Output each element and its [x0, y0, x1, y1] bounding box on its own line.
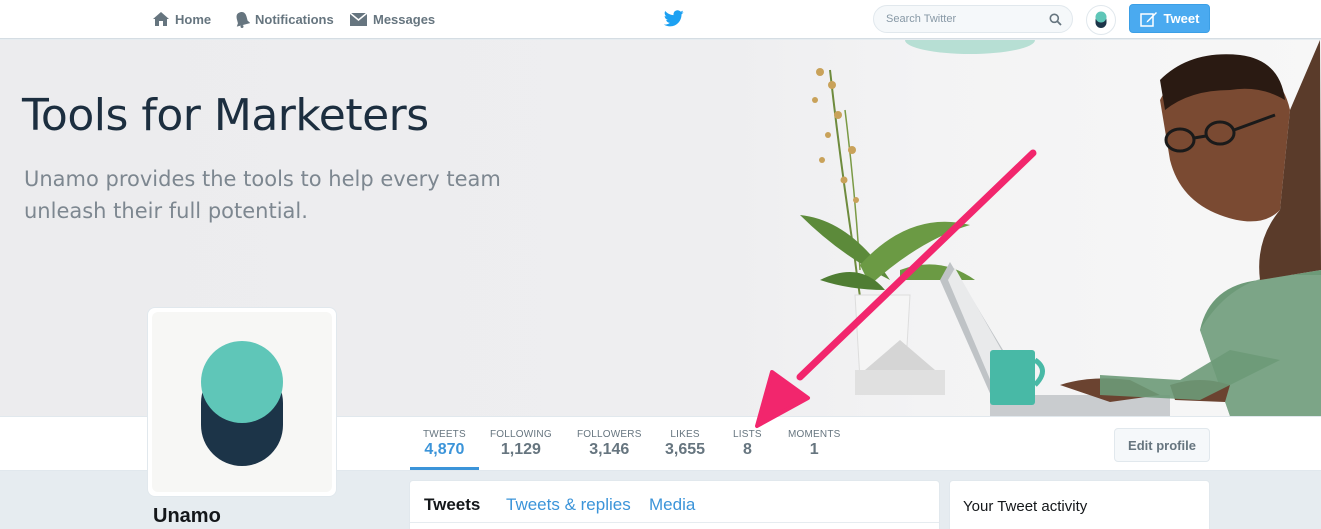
tweet-button[interactable]: Tweet	[1129, 4, 1210, 33]
banner-title: Tools for Marketers	[22, 90, 429, 141]
banner-subtitle: Unamo provides the tools to help every t…	[24, 167, 501, 223]
nav-notifications[interactable]: Notifications	[234, 9, 334, 29]
stat-label: LISTS	[733, 429, 762, 440]
stat-value: 4,870	[424, 441, 465, 458]
tab-tweets[interactable]: Tweets	[424, 495, 480, 515]
tab-divider	[410, 522, 939, 523]
account-avatar[interactable]	[1086, 5, 1116, 35]
tab-tweets-replies[interactable]: Tweets & replies	[506, 495, 631, 515]
stat-label: MOMENTS	[788, 429, 841, 440]
stat-lists[interactable]: LISTS 8	[733, 429, 762, 459]
unamo-logo	[201, 341, 283, 466]
stat-following[interactable]: FOLLOWING 1,129	[490, 429, 552, 459]
stat-likes[interactable]: LIKES 3,655	[665, 429, 705, 459]
search-icon[interactable]	[1049, 13, 1062, 26]
unamo-logo-small	[1095, 11, 1107, 28]
bell-icon	[236, 11, 250, 28]
nav-messages-label: Messages	[373, 11, 436, 27]
stat-value: 1,129	[500, 441, 541, 458]
stat-value: 3,655	[665, 441, 706, 458]
edit-profile-button[interactable]: Edit profile	[1114, 428, 1210, 462]
stat-followers[interactable]: FOLLOWERS 3,146	[577, 429, 642, 459]
nav-notifications-label: Notifications	[255, 11, 334, 27]
compose-icon	[1139, 11, 1157, 27]
activity-title[interactable]: Your Tweet activity	[963, 498, 1087, 515]
timeline-panel: Tweets Tweets & replies Media	[409, 480, 940, 529]
stat-tweets[interactable]: TWEETS 4,870	[410, 429, 479, 470]
top-navigation-bar: Home Notifications Messages Tweet	[0, 0, 1321, 39]
nav-home-label: Home	[175, 11, 212, 27]
banner-photo	[800, 40, 1321, 416]
envelope-icon	[349, 11, 368, 26]
profile-avatar[interactable]	[147, 307, 337, 497]
tab-media[interactable]: Media	[649, 495, 695, 515]
stat-moments[interactable]: MOMENTS 1	[788, 429, 841, 459]
tweet-button-label: Tweet	[1163, 11, 1200, 26]
stat-label: FOLLOWERS	[577, 429, 642, 440]
stat-value: 1	[809, 441, 819, 458]
stat-label: FOLLOWING	[490, 429, 552, 440]
avatar-image	[152, 312, 332, 492]
stat-label: LIKES	[670, 429, 700, 440]
profile-name[interactable]: Unamo	[153, 505, 221, 528]
stat-value: 3,146	[589, 441, 630, 458]
search-box[interactable]	[873, 5, 1073, 33]
search-input[interactable]	[874, 6, 1034, 32]
twitter-bird-icon[interactable]	[664, 10, 684, 27]
home-icon	[153, 12, 169, 26]
stat-label: TWEETS	[423, 429, 466, 440]
nav-home[interactable]: Home	[152, 9, 211, 29]
tweet-activity-panel: Your Tweet activity	[949, 480, 1210, 529]
nav-messages[interactable]: Messages	[349, 9, 435, 29]
stat-value: 8	[742, 441, 752, 458]
